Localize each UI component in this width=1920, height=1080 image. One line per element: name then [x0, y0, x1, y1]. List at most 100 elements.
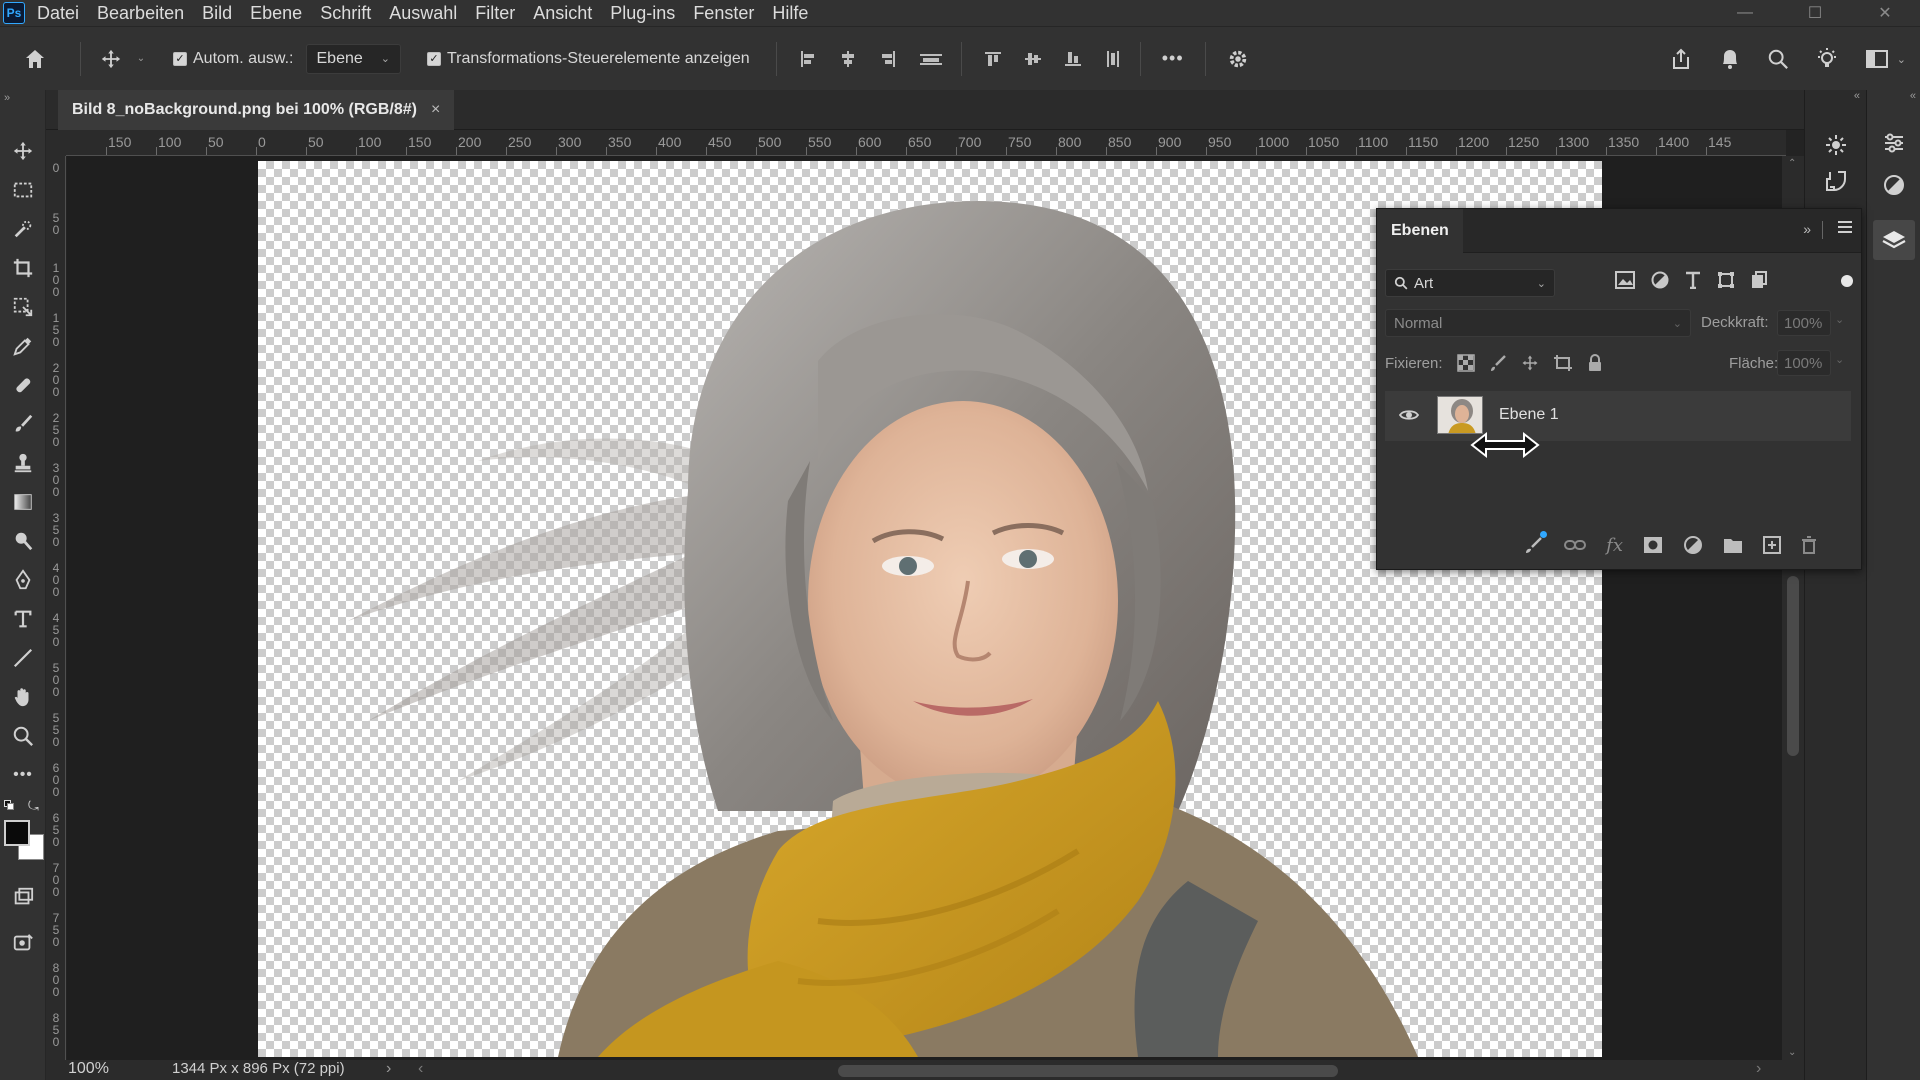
bell-icon[interactable]: [1719, 47, 1741, 71]
brightness-icon[interactable]: [1821, 130, 1851, 160]
menu-bearbeiten[interactable]: Bearbeiten: [88, 0, 193, 26]
menu-ebene[interactable]: Ebene: [241, 0, 311, 26]
hand-tool-icon[interactable]: [8, 682, 38, 712]
menu-datei[interactable]: Datei: [28, 0, 88, 26]
distribute-h-icon[interactable]: [919, 50, 943, 68]
scroll-left-icon[interactable]: ‹: [418, 1060, 423, 1078]
brush-link-icon[interactable]: [1524, 531, 1548, 555]
healing-brush-tool-icon[interactable]: [8, 370, 38, 400]
collapse-panels-icon[interactable]: «: [1854, 90, 1860, 102]
crop-tool-icon[interactable]: [8, 253, 38, 283]
collapse-dock-icon[interactable]: «: [1910, 90, 1916, 102]
lock-all-icon[interactable]: [1587, 354, 1603, 372]
eye-visibility-icon[interactable]: [1399, 408, 1419, 422]
object-selection-tool-icon[interactable]: [8, 214, 38, 244]
edit-toolbar-icon[interactable]: •••: [8, 760, 38, 790]
lock-artboard-icon[interactable]: [1553, 354, 1573, 372]
line-tool-icon[interactable]: [8, 643, 38, 673]
opacity-field[interactable]: 100%: [1777, 310, 1831, 336]
chevron-down-icon[interactable]: ⌄: [131, 27, 151, 91]
type-tool-icon[interactable]: [8, 604, 38, 634]
collapse-panel-icon[interactable]: »: [1803, 221, 1811, 237]
align-bottom-icon[interactable]: [1064, 50, 1082, 68]
layer-row[interactable]: Ebene 1: [1385, 391, 1851, 441]
move-tool-preset-icon[interactable]: [91, 27, 131, 91]
lock-image-pixels-icon[interactable]: [1489, 354, 1507, 372]
blend-mode-dropdown[interactable]: Normal ⌄: [1385, 309, 1691, 337]
menu-filter[interactable]: Filter: [466, 0, 524, 26]
folder-icon[interactable]: [1723, 536, 1743, 554]
menu-hilfe[interactable]: Hilfe: [763, 0, 817, 26]
properties-sliders-icon[interactable]: [1879, 128, 1909, 158]
filter-adjustment-icon[interactable]: [1651, 271, 1669, 289]
align-middle-v-icon[interactable]: [1024, 50, 1042, 68]
foreground-color-swatch[interactable]: [4, 820, 30, 846]
fill-field[interactable]: 100%: [1777, 350, 1831, 376]
brush-tool-icon[interactable]: [8, 409, 38, 439]
filter-type-icon[interactable]: [1685, 271, 1701, 289]
align-left-icon[interactable]: [799, 50, 817, 68]
status-menu-arrow-icon[interactable]: ›: [386, 1060, 391, 1078]
align-top-icon[interactable]: [984, 50, 1002, 68]
transform-controls-checkbox[interactable]: ✓ Transformations-Steuerelemente anzeige…: [426, 50, 750, 68]
clone-stamp-tool-icon[interactable]: [8, 448, 38, 478]
menu-bild[interactable]: Bild: [193, 0, 241, 26]
adjustment-icon[interactable]: [1683, 535, 1703, 555]
filter-smart-object-icon[interactable]: [1751, 271, 1767, 289]
discover-lightbulb-icon[interactable]: [1815, 47, 1839, 71]
layers-tab[interactable]: Ebenen: [1377, 209, 1463, 253]
layer-filter-dropdown[interactable]: Art ⌄: [1385, 269, 1555, 297]
menu-plugins[interactable]: Plug-ins: [601, 0, 684, 26]
scroll-down-icon[interactable]: ⌄: [1788, 1047, 1796, 1058]
filter-pixel-icon[interactable]: [1615, 271, 1635, 289]
gear-icon[interactable]: [1216, 27, 1260, 91]
lock-transparent-pixels-icon[interactable]: [1457, 354, 1475, 372]
vertical-scroll-thumb[interactable]: [1787, 576, 1799, 756]
menu-ansicht[interactable]: Ansicht: [524, 0, 601, 26]
align-right-icon[interactable]: [879, 50, 897, 68]
scroll-up-icon[interactable]: ⌃: [1788, 158, 1796, 169]
panel-menu-icon[interactable]: [1837, 219, 1853, 240]
screen-mode-icon[interactable]: [8, 928, 38, 958]
horizontal-scroll-thumb[interactable]: [838, 1065, 1338, 1077]
close-tab-icon[interactable]: ×: [431, 101, 440, 119]
ruler-origin[interactable]: [46, 130, 66, 156]
filter-toggle-icon[interactable]: [1841, 275, 1853, 287]
gradient-tool-icon[interactable]: [8, 487, 38, 517]
marquee-tool-icon[interactable]: [8, 175, 38, 205]
share-icon[interactable]: [1669, 47, 1693, 71]
search-icon[interactable]: [1767, 48, 1789, 70]
menu-auswahl[interactable]: Auswahl: [380, 0, 466, 26]
document-tab[interactable]: Bild 8_noBackground.png bei 100% (RGB/8#…: [58, 90, 455, 130]
auto-select-target-dropdown[interactable]: Ebene ⌄: [305, 43, 401, 74]
distribute-v-icon[interactable]: [1104, 50, 1122, 68]
filter-shape-icon[interactable]: [1717, 271, 1735, 289]
menu-fenster[interactable]: Fenster: [684, 0, 763, 26]
expand-panel-icon[interactable]: »: [4, 92, 10, 104]
adjustments-icon[interactable]: [1879, 170, 1909, 200]
workspace-icon[interactable]: [1865, 48, 1891, 70]
new-layer-icon[interactable]: [1763, 536, 1781, 554]
align-center-h-icon[interactable]: [839, 50, 857, 68]
dodge-tool-icon[interactable]: [8, 526, 38, 556]
fx-icon[interactable]: fx: [1606, 535, 1623, 556]
auto-select-checkbox[interactable]: ✓ Autom. ausw.:: [173, 50, 294, 68]
vertical-ruler[interactable]: 0 5 0 1 0 0 1 5 0 2 0 0 2 5 0 3 0 0 3 5 0 4 0 0 4…: [46, 156, 66, 1060]
home-icon[interactable]: [0, 27, 70, 91]
minimize-icon[interactable]: —: [1710, 0, 1780, 26]
lock-position-icon[interactable]: [1521, 354, 1539, 372]
horizontal-ruler[interactable]: 150 100 50 0 50 100 150 200 250 300 350 400 450 500 55…: [66, 130, 1786, 156]
scroll-right-icon[interactable]: ›: [1756, 1060, 1761, 1078]
maximize-icon[interactable]: ☐: [1780, 0, 1850, 26]
layer-name[interactable]: Ebene 1: [1499, 406, 1559, 424]
mask-icon[interactable]: [1643, 536, 1663, 554]
layers-panel-icon[interactable]: [1873, 220, 1915, 260]
menu-schrift[interactable]: Schrift: [311, 0, 380, 26]
move-tool-icon[interactable]: [8, 136, 38, 166]
quick-mask-icon[interactable]: [8, 882, 38, 912]
close-window-icon[interactable]: ✕: [1850, 0, 1920, 26]
link-icon[interactable]: [1564, 538, 1587, 552]
default-colors-icon[interactable]: [4, 800, 14, 810]
zoom-tool-icon[interactable]: [8, 721, 38, 751]
chevron-down-icon[interactable]: ⌄: [1897, 53, 1906, 66]
